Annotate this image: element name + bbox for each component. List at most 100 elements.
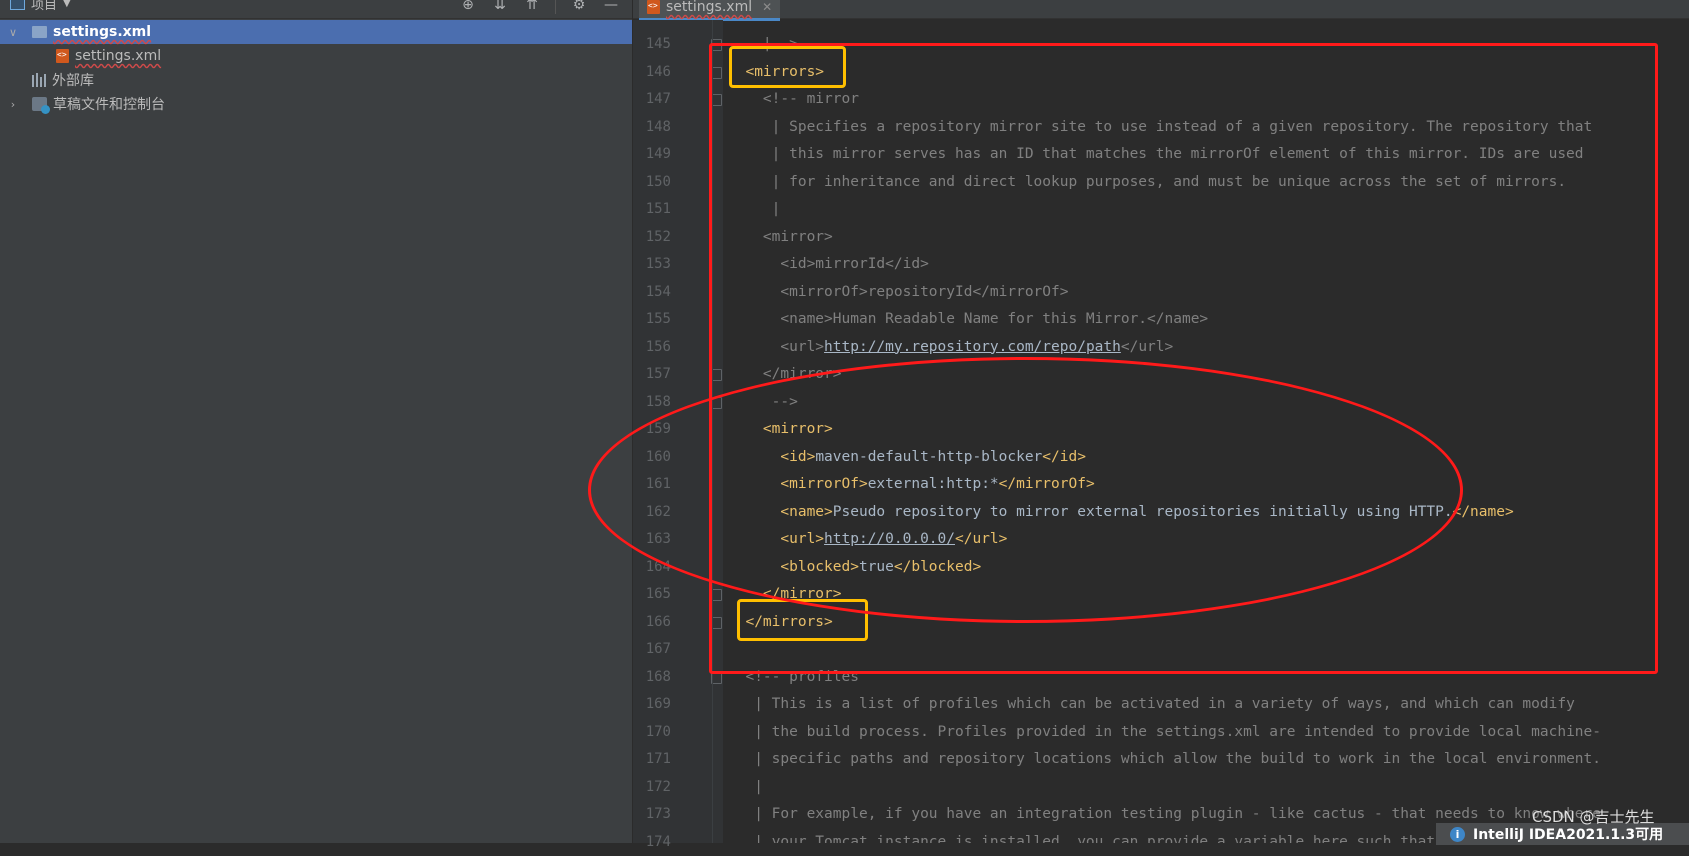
xml-comment: <id>mirrorId</id>	[780, 256, 929, 272]
xml-tag: </mirror>	[762, 586, 842, 602]
line-number-gutter: 145 146 147 148 149 150 151 152 153 154 155 156 157 1…	[633, 20, 723, 850]
code-line: <!-- profiles	[728, 664, 859, 691]
code-line: | Specifies a repository mirror site to …	[728, 114, 1593, 141]
xml-comment: | For example, if you have an integratio…	[754, 806, 1601, 822]
line-number: 151	[645, 201, 671, 217]
code-line: |	[728, 196, 781, 223]
xml-file-icon	[647, 0, 660, 14]
xml-tag: <mirror>	[762, 421, 833, 437]
indent-guide	[712, 20, 713, 843]
tree-item-label: 草稿文件和控制台	[53, 97, 165, 113]
line-number: 147	[645, 91, 671, 107]
line-number: 168	[645, 668, 671, 685]
xml-tag: </url>	[955, 531, 1008, 547]
code-line: | for inheritance and direct lookup purp…	[728, 169, 1566, 196]
xml-comment: | this mirror serves has an ID that matc…	[771, 146, 1584, 162]
line-number: 164	[645, 558, 671, 575]
xml-tag: </id>	[1042, 448, 1086, 465]
watermark: CSDN @吉士先生	[1532, 808, 1655, 826]
line-number: 169	[645, 696, 671, 712]
line-number: 157	[645, 366, 671, 382]
xml-tag: </name>	[1452, 503, 1514, 520]
xml-comment: </url>	[1120, 338, 1174, 355]
tree-item-scratches[interactable]: › 草稿文件和控制台	[0, 92, 632, 116]
line-number: 167	[645, 641, 671, 657]
line-number: 158	[645, 393, 671, 410]
minimize-icon[interactable]: —	[602, 0, 620, 13]
code-line: </mirror>	[728, 361, 842, 388]
line-number: 145	[645, 36, 671, 52]
line-number: 156	[645, 338, 671, 355]
xml-comment: </mirror>	[762, 366, 842, 382]
line-number: 152	[645, 228, 671, 245]
chevron-down-icon[interactable]: ∨	[6, 26, 20, 39]
xml-tag: </mirrors>	[745, 613, 833, 630]
line-number: 162	[645, 503, 671, 520]
line-number: 163	[645, 531, 671, 547]
xml-comment: | specific paths and repository location…	[754, 751, 1601, 767]
code-line: <mirrorOf>repositoryId</mirrorOf>	[728, 279, 1068, 306]
line-number: 154	[645, 283, 671, 300]
editor-area: settings.xml ✕ 1451461471481491501511521…	[633, 0, 1689, 850]
close-icon[interactable]: ✕	[762, 0, 772, 14]
tree-item-external-libraries[interactable]: 外部库	[0, 68, 632, 92]
tab-settings-xml[interactable]: settings.xml ✕	[639, 0, 781, 21]
library-icon	[32, 73, 46, 87]
code-line: <url>http://0.0.0.0/</url>	[728, 526, 1007, 553]
project-toolbar: 项目 ▼ ⊕ ⇊ ⇈ ⚙ —	[0, 0, 632, 19]
xml-comment: <name>Human Readable Name for this Mirro…	[780, 311, 1209, 327]
line-number: 150	[645, 173, 671, 190]
code-line: </mirrors>	[728, 609, 833, 636]
tree-item-label: 外部库	[52, 73, 94, 89]
xml-tag: </mirrorOf>	[998, 476, 1095, 492]
code-line: | this mirror serves has an ID that matc…	[728, 141, 1584, 168]
code-line: |	[728, 774, 763, 801]
collapse-all-icon[interactable]: ⇈	[523, 0, 541, 13]
project-view-selector[interactable]: 项目 ▼	[10, 0, 71, 13]
line-number: 165	[645, 586, 671, 602]
code-line: <mirror>	[728, 416, 833, 443]
url-link[interactable]: http://0.0.0.0/	[824, 531, 955, 547]
xml-text: Pseudo repository to mirror external rep…	[832, 503, 1453, 520]
line-number: 161	[645, 476, 671, 492]
xml-tag: <blocked>	[780, 558, 859, 575]
code-view[interactable]: | --> <mirrors> <!-- mirror | Specifies a…	[728, 20, 1688, 843]
xml-tag: </blocked>	[893, 558, 982, 575]
line-number: 159	[645, 421, 671, 437]
editor-tab-bar: settings.xml ✕	[633, 0, 1689, 21]
code-line: -->	[728, 389, 798, 416]
project-tool-window: 项目 ▼ ⊕ ⇊ ⇈ ⚙ — ∨ settings.xml settings.x…	[0, 0, 633, 843]
xml-tag: <name>	[780, 503, 833, 520]
tree-item-settings-xml[interactable]: settings.xml	[0, 44, 632, 68]
xml-text: external:http:*	[867, 476, 999, 492]
xml-tag: <mirrors>	[745, 63, 825, 80]
code-line: <name>Human Readable Name for this Mirro…	[728, 306, 1208, 333]
line-number: 149	[645, 146, 671, 162]
code-line: | specific paths and repository location…	[728, 746, 1601, 773]
tree-item-settings-folder[interactable]: ∨ settings.xml	[0, 20, 632, 44]
line-number: 153	[645, 256, 671, 272]
xml-comment: <!-- mirror	[762, 91, 859, 107]
expand-all-icon[interactable]: ⇊	[491, 0, 509, 13]
chevron-right-icon[interactable]: ›	[6, 98, 20, 111]
url-link[interactable]: http://my.repository.com/repo/path	[824, 339, 1121, 355]
gear-icon[interactable]: ⚙	[570, 0, 588, 13]
project-tree: ∨ settings.xml settings.xml 外部库 › 草稿文件和控…	[0, 20, 632, 116]
crosshair-icon[interactable]: ⊕	[459, 0, 477, 13]
folder-icon	[32, 26, 47, 38]
xml-tag: <id>	[780, 448, 816, 465]
line-number: 155	[645, 311, 671, 327]
line-number: 174	[645, 833, 671, 850]
chevron-down-icon: ▼	[63, 0, 71, 9]
xml-comment: | the build process. Profiles provided i…	[754, 723, 1601, 740]
code-line: <mirrorOf>external:http:*</mirrorOf>	[728, 471, 1095, 498]
xml-comment: |	[771, 201, 781, 217]
line-number: 148	[645, 118, 671, 135]
tree-item-label: settings.xml	[53, 24, 152, 40]
xml-comment: | This is a list of profiles which can b…	[754, 696, 1575, 712]
code-line: <mirrors>	[728, 59, 824, 86]
xml-comment: <mirrorOf>repositoryId</mirrorOf>	[780, 283, 1069, 300]
project-icon	[10, 0, 25, 10]
xml-comment: |	[754, 778, 763, 795]
code-line: <!-- mirror	[728, 86, 859, 113]
